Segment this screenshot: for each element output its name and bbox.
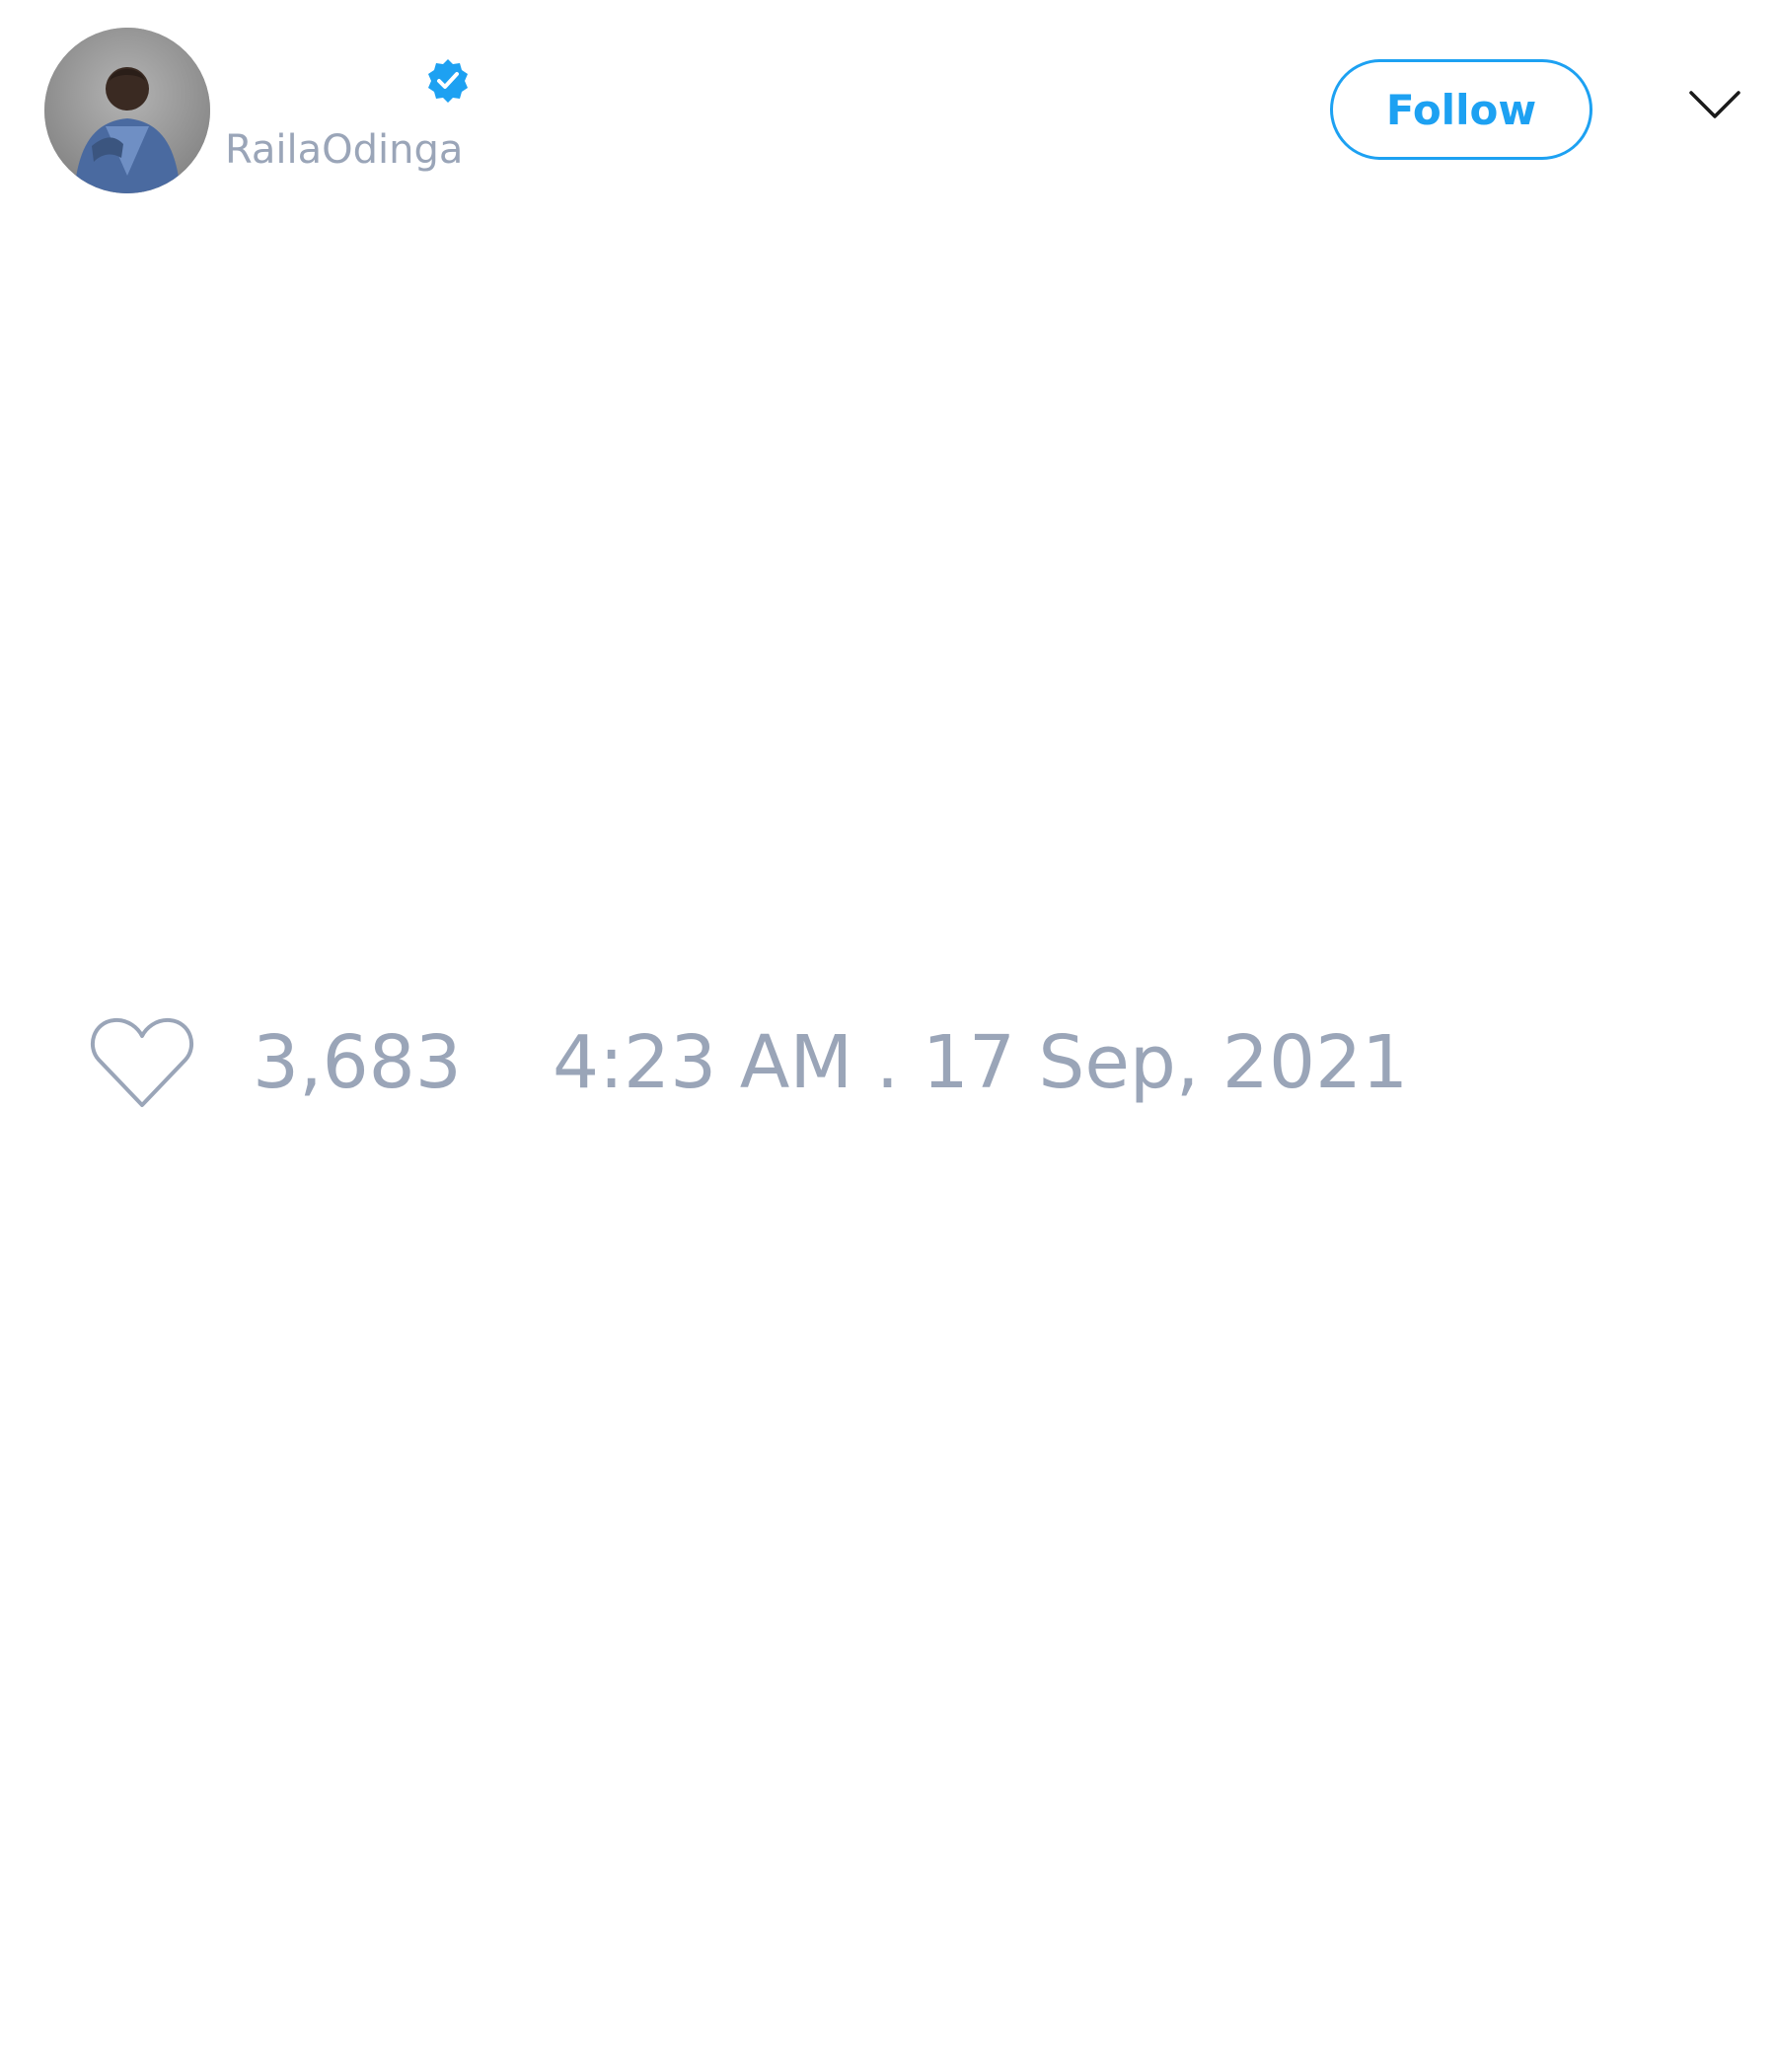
heart-outline-icon[interactable] bbox=[89, 1014, 195, 1109]
like-count: 3,683 bbox=[253, 1020, 462, 1105]
follow-button[interactable]: Follow bbox=[1330, 59, 1592, 160]
person-avatar-icon bbox=[44, 28, 210, 193]
avatar[interactable] bbox=[44, 28, 210, 193]
verified-badge-icon bbox=[428, 59, 468, 103]
tweet-timestamp[interactable]: 4:23 AM . 17 Sep, 2021 bbox=[553, 1008, 1408, 1117]
chevron-down-icon[interactable] bbox=[1687, 87, 1742, 122]
user-handle[interactable]: RailaOdinga bbox=[225, 124, 463, 176]
